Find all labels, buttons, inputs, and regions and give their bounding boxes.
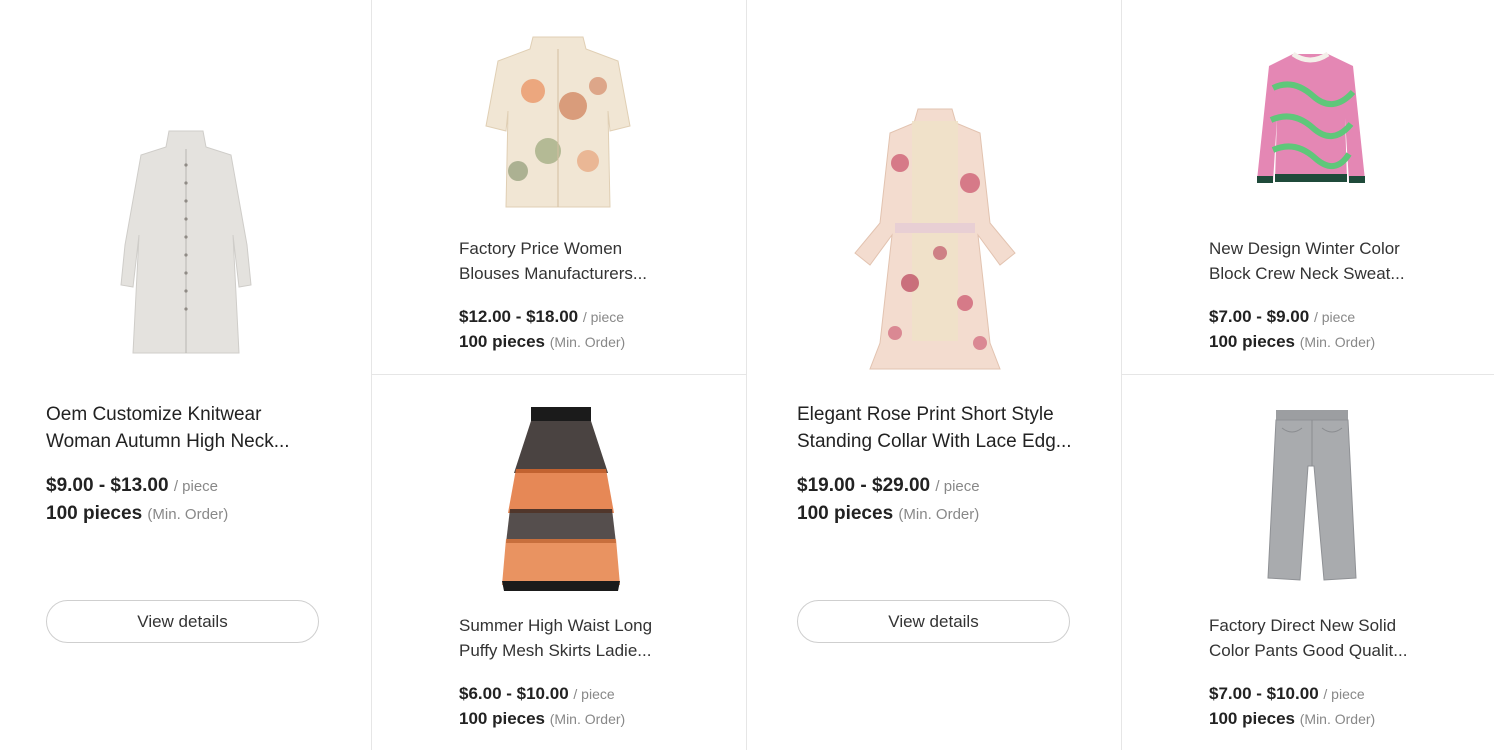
divider xyxy=(372,374,747,375)
price-unit: / piece xyxy=(1323,686,1365,702)
product-title-line2[interactable]: Color Pants Good Qualit... xyxy=(1209,638,1409,663)
product-title-line2[interactable]: Block Crew Neck Sweat... xyxy=(1209,261,1409,286)
product-title[interactable]: Summer High Waist Long xyxy=(459,613,659,638)
product-image-sweater[interactable] xyxy=(1250,45,1370,195)
price-unit: / piece xyxy=(1313,309,1356,325)
min-order: 100 pieces (Min. Order) xyxy=(459,332,625,352)
product-title[interactable]: Factory Direct New Solid xyxy=(1209,613,1409,638)
product-image-pants[interactable] xyxy=(1252,405,1372,585)
min-order: 100 pieces (Min. Order) xyxy=(1209,332,1375,352)
moq-value: 100 pieces xyxy=(459,709,546,728)
product-image-skirt[interactable] xyxy=(488,400,633,595)
price-value: $19.00 - $29.00 xyxy=(797,475,931,496)
price-value: $6.00 - $10.00 xyxy=(459,684,569,703)
product-card-knitwear[interactable]: Oem Customize Knitwear Woman Autumn High… xyxy=(0,0,371,750)
price-value: $7.00 - $9.00 xyxy=(1209,307,1310,326)
price-unit: / piece xyxy=(173,478,219,495)
product-image-blouse[interactable] xyxy=(478,28,638,213)
product-title[interactable]: Elegant Rose Print Short Style xyxy=(797,401,1077,428)
moq-note: (Min. Order) xyxy=(1299,711,1376,727)
product-title-line2[interactable]: Standing Collar With Lace Edg... xyxy=(797,428,1077,455)
price-value: $12.00 - $18.00 xyxy=(459,307,579,326)
product-title[interactable]: Oem Customize Knitwear xyxy=(46,401,326,428)
product-title-line2[interactable]: Blouses Manufacturers... xyxy=(459,261,659,286)
min-order: 100 pieces (Min. Order) xyxy=(1209,709,1375,729)
moq-value: 100 pieces xyxy=(459,332,546,351)
moq-value: 100 pieces xyxy=(1209,332,1296,351)
price-range: $6.00 - $10.00 / piece xyxy=(459,684,615,704)
moq-note: (Min. Order) xyxy=(898,506,980,523)
price-unit: / piece xyxy=(573,686,615,702)
view-details-button[interactable]: View details xyxy=(797,600,1070,643)
divider xyxy=(1122,374,1494,375)
price-range: $7.00 - $10.00 / piece xyxy=(1209,684,1365,704)
product-title[interactable]: New Design Winter Color xyxy=(1209,236,1409,261)
moq-note: (Min. Order) xyxy=(1299,334,1376,350)
product-image-knitwear[interactable] xyxy=(96,120,276,370)
min-order: 100 pieces (Min. Order) xyxy=(46,503,228,525)
price-unit: / piece xyxy=(582,309,625,325)
price-value: $9.00 - $13.00 xyxy=(46,475,169,496)
view-details-button[interactable]: View details xyxy=(46,600,319,643)
product-column-2: Factory Price Women Blouses Manufacturer… xyxy=(371,0,747,750)
min-order: 100 pieces (Min. Order) xyxy=(459,709,625,729)
price-range: $7.00 - $9.00 / piece xyxy=(1209,307,1355,327)
price-range: $9.00 - $13.00 / piece xyxy=(46,475,218,497)
moq-note: (Min. Order) xyxy=(549,711,626,727)
moq-note: (Min. Order) xyxy=(549,334,626,350)
product-column-4: New Design Winter Color Block Crew Neck … xyxy=(1121,0,1494,750)
moq-value: 100 pieces xyxy=(1209,709,1296,728)
moq-note: (Min. Order) xyxy=(147,506,229,523)
moq-value: 100 pieces xyxy=(797,503,894,524)
product-card-rose-dress[interactable]: Elegant Rose Print Short Style Standing … xyxy=(746,0,1122,750)
product-image-rose-dress[interactable] xyxy=(837,100,1032,378)
price-unit: / piece xyxy=(935,478,980,495)
price-range: $12.00 - $18.00 / piece xyxy=(459,307,624,327)
price-value: $7.00 - $10.00 xyxy=(1209,684,1319,703)
price-range: $19.00 - $29.00 / piece xyxy=(797,475,980,497)
product-title-line2[interactable]: Woman Autumn High Neck... xyxy=(46,428,326,455)
moq-value: 100 pieces xyxy=(46,503,143,524)
product-title-line2[interactable]: Puffy Mesh Skirts Ladie... xyxy=(459,638,659,663)
min-order: 100 pieces (Min. Order) xyxy=(797,503,979,525)
product-title[interactable]: Factory Price Women xyxy=(459,236,659,261)
